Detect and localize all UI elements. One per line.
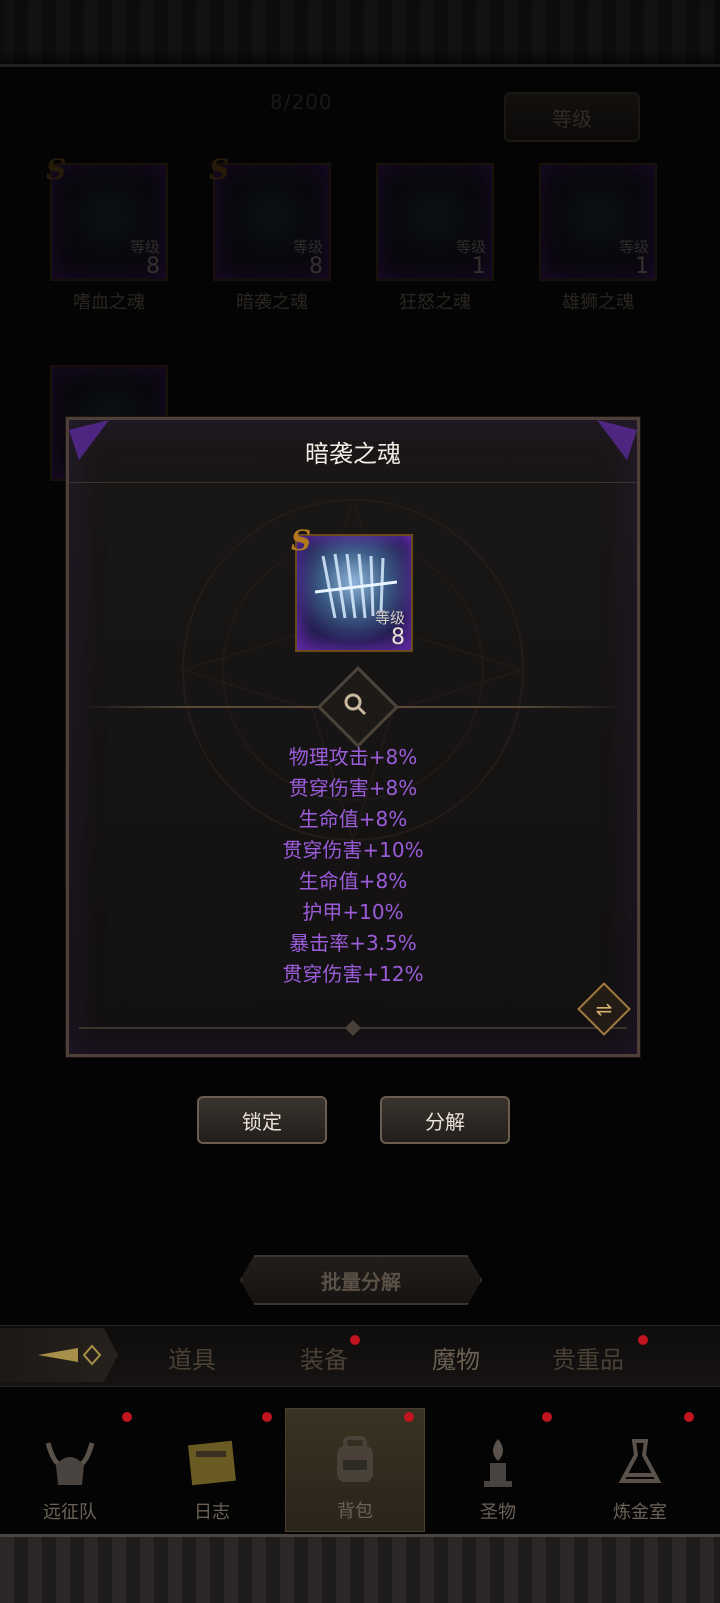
rank-s-icon: S [46,153,67,186]
bottom-ornate-bar [0,1534,720,1603]
inventory-slot[interactable]: S 等级 8 [46,153,168,281]
level-value: 8 [309,254,323,279]
rank-s-icon: S [291,524,312,557]
magnifier-icon [335,684,375,724]
attribute-line: 护甲+10% [302,900,404,924]
slot-name: 嗜血之魂 [73,292,145,313]
tab-valuables[interactable]: 贵重品 [538,1340,638,1375]
tab-equipment[interactable]: 装备 [274,1340,374,1375]
lock-button[interactable]: 锁定 [197,1096,327,1144]
nav-label: 炼金室 [613,1502,667,1523]
nav-label: 日志 [194,1502,230,1523]
tab-monsters[interactable]: 魔物 [406,1340,506,1375]
relic-icon [463,1430,533,1494]
back-button[interactable] [0,1328,118,1382]
attribute-line: 贯穿伤害+8% [288,776,418,800]
notification-dot [542,1412,552,1422]
nav-backpack[interactable]: 背包 [285,1408,425,1532]
tab-items[interactable]: 道具 [142,1340,242,1375]
nav-label: 圣物 [480,1502,516,1523]
attribute-line: 贯穿伤害+12% [282,962,424,986]
nav-relic[interactable]: 圣物 [428,1408,568,1532]
slot-name: 暗袭之魂 [236,292,308,313]
item-detail-dialog: 暗袭之魂 S 等级 8 物理攻击+8% 贯穿伤害+8% 生命值+8% 贯穿伤害+… [66,417,640,1057]
notification-dot [122,1412,132,1422]
decompose-button[interactable]: 分解 [380,1096,510,1144]
nav-alchemy[interactable]: 炼金室 [570,1408,710,1532]
attribute-line: 物理攻击+8% [288,745,418,769]
inventory-slot[interactable]: 等级 1 [376,163,494,281]
arrow-back-icon [38,1344,102,1366]
attribute-list: 物理攻击+8% 贯穿伤害+8% 生命值+8% 贯穿伤害+10% 生命值+8% 护… [69,742,637,990]
notification-dot [638,1335,648,1345]
helmet-icon [35,1430,105,1494]
slot-name: 狂怒之魂 [399,292,471,313]
level-value: 8 [391,625,405,650]
alchemy-icon [605,1430,675,1494]
slot-name: 雄狮之魂 [562,292,634,313]
rank-s-icon: S [209,153,230,186]
level-value: 8 [146,254,160,279]
notification-dot [404,1412,414,1422]
attribute-line: 暴击率+3.5% [289,931,417,955]
item-preview-slot: S 等级 8 [291,524,413,652]
inventory-slot[interactable]: 等级 1 [539,163,657,281]
attribute-line: 生命值+8% [298,869,408,893]
nav-label: 背包 [337,1501,373,1522]
swap-icon: ⇌ [595,997,613,1021]
notification-dot [684,1412,694,1422]
attribute-line: 生命值+8% [298,807,408,831]
nav-label: 远征队 [43,1502,97,1523]
sort-by-level-button[interactable]: 等级 [504,92,640,142]
level-value: 1 [472,254,486,279]
batch-decompose-button[interactable]: 批量分解 [240,1255,482,1305]
level-value: 1 [635,254,649,279]
inventory-count: 8/200 [270,90,333,114]
dialog-title: 暗袭之魂 [69,420,637,483]
top-ornate-bar [0,0,720,67]
nav-expedition[interactable]: 远征队 [0,1408,140,1532]
inventory-slot[interactable]: S 等级 8 [209,153,331,281]
attribute-line: 贯穿伤害+10% [282,838,424,862]
nav-journal[interactable]: 日志 [142,1408,282,1532]
backpack-icon [320,1429,390,1493]
notification-dot [262,1412,272,1422]
notification-dot [350,1335,360,1345]
journal-icon [177,1430,247,1494]
